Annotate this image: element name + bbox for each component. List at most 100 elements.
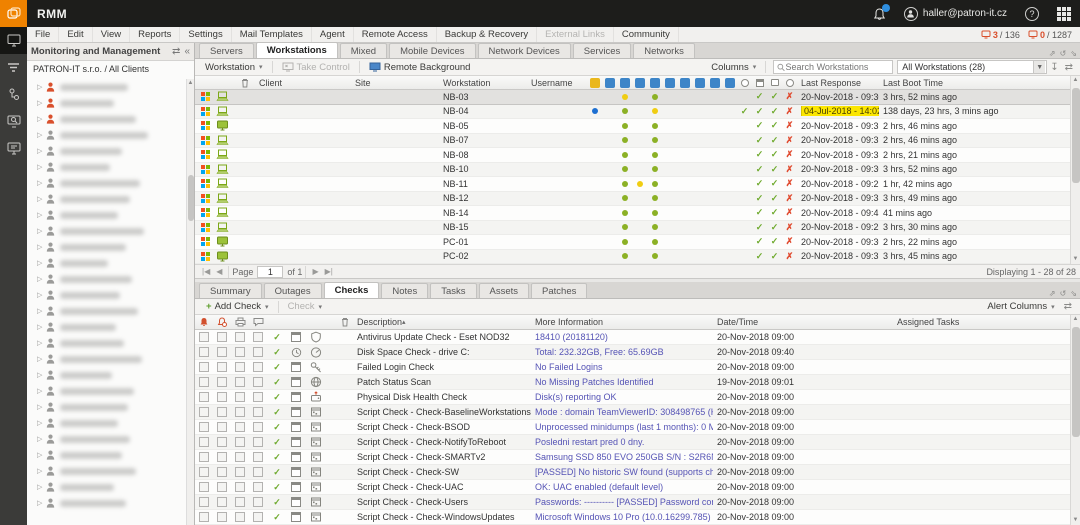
first-page-icon[interactable]: |◀ xyxy=(202,267,210,276)
maximize-details-icon[interactable]: ⇘ xyxy=(1070,289,1077,298)
client-tree-item[interactable]: ▷ xyxy=(27,191,186,207)
prev-page-icon[interactable]: ◀ xyxy=(216,267,222,276)
message-checkbox[interactable] xyxy=(253,437,263,447)
calendar-column-icon[interactable] xyxy=(752,78,767,88)
menu-item[interactable]: Edit xyxy=(59,27,92,42)
client-tree-item[interactable]: ▷ xyxy=(27,303,186,319)
alert-checkbox[interactable] xyxy=(199,407,209,417)
expand-arrow-icon[interactable]: ▷ xyxy=(37,259,46,267)
app-grid-icon[interactable] xyxy=(1057,7,1071,21)
client-tree-item[interactable]: ▷ xyxy=(27,255,186,271)
check-row[interactable]: ✓ Failed Login Check No Failed Logins 20… xyxy=(195,360,1070,375)
workstation-row[interactable]: NB-08 ✓✓✗ 20-Nov-2018 - 09:31 2 hrs, 21 … xyxy=(195,148,1070,163)
client-tree-item[interactable]: ▷ xyxy=(27,175,186,191)
print-checkbox[interactable] xyxy=(235,362,245,372)
workstation-row[interactable]: NB-14 ✓✓✗ 20-Nov-2018 - 09:41 41 mins ag… xyxy=(195,206,1070,221)
menu-item[interactable]: Agent xyxy=(312,27,354,42)
workstation-row[interactable]: NB-12 ✓✓✗ 20-Nov-2018 - 09:33 3 hrs, 49 … xyxy=(195,192,1070,207)
detail-tab-summary[interactable]: Summary xyxy=(199,283,262,298)
menu-item[interactable]: Reports xyxy=(130,27,180,42)
detail-tab-tasks[interactable]: Tasks xyxy=(430,283,476,298)
tab-mixed[interactable]: Mixed xyxy=(340,43,387,58)
client-tree-item[interactable]: ▷ xyxy=(27,79,186,95)
alert-checkbox[interactable] xyxy=(199,467,209,477)
patch-window-column-icon[interactable] xyxy=(632,78,647,88)
col-datetime[interactable]: Date/Time xyxy=(713,317,893,327)
message-checkbox[interactable] xyxy=(253,362,263,372)
workstation-row[interactable]: PC-01 ✓✓✗ 20-Nov-2018 - 09:30 2 hrs, 22 … xyxy=(195,235,1070,250)
client-tree-item[interactable]: ▷ xyxy=(27,143,186,159)
failed-login-column-icon[interactable] xyxy=(617,78,632,88)
message-checkbox[interactable] xyxy=(253,347,263,357)
expand-arrow-icon[interactable]: ▷ xyxy=(37,451,46,459)
check-row[interactable]: ✓ Script Check - Check-NotifyToReboot Po… xyxy=(195,435,1070,450)
delete-check-column-icon[interactable] xyxy=(337,317,353,327)
shield-column-icon[interactable] xyxy=(692,78,707,88)
alert-delay-checkbox[interactable] xyxy=(217,392,227,402)
check-row[interactable]: ✓ Script Check - Check-UAC OK: UAC enabl… xyxy=(195,480,1070,495)
columns-menu-button[interactable]: Columns xyxy=(705,60,762,75)
expand-arrow-icon[interactable]: ▷ xyxy=(37,227,46,235)
message-checkbox[interactable] xyxy=(253,377,263,387)
alert-checkbox[interactable] xyxy=(199,512,209,522)
workstation-row[interactable]: NB-05 ✓✓✗ 20-Nov-2018 - 09:36 2 hrs, 46 … xyxy=(195,119,1070,134)
workstation-scroll-thumb[interactable] xyxy=(1072,88,1080,183)
menu-item[interactable]: File xyxy=(27,27,59,42)
expand-arrow-icon[interactable]: ▷ xyxy=(37,275,46,283)
print-checkbox[interactable] xyxy=(235,437,245,447)
check-row[interactable]: ✓ Disk Space Check - drive C: Total: 232… xyxy=(195,345,1070,360)
refresh-panel-icon[interactable]: ↺ xyxy=(1060,49,1067,58)
check-menu-button[interactable]: Check xyxy=(282,299,328,314)
print-checkbox[interactable] xyxy=(235,332,245,342)
alert-delay-icon[interactable] xyxy=(213,317,231,327)
expand-arrow-icon[interactable]: ▷ xyxy=(37,419,46,427)
alert-checkbox[interactable] xyxy=(199,497,209,507)
notifications-bell-icon[interactable] xyxy=(873,7,886,21)
print-checkbox[interactable] xyxy=(235,407,245,417)
app-logo-icon[interactable] xyxy=(0,0,27,27)
expand-arrow-icon[interactable]: ▷ xyxy=(37,467,46,475)
message-checkbox[interactable] xyxy=(253,452,263,462)
shield-small-column-icon[interactable] xyxy=(677,78,692,88)
workstation-filter-select[interactable]: All Workstations (28) ▼ xyxy=(897,60,1047,74)
alert-delay-checkbox[interactable] xyxy=(217,332,227,342)
detail-tab-patches[interactable]: Patches xyxy=(531,283,587,298)
monitor-column-icon[interactable] xyxy=(767,78,782,88)
check-more-information[interactable]: Disk(s) reporting OK xyxy=(531,392,713,402)
maximize-panel-icon[interactable]: ⇘ xyxy=(1070,49,1077,58)
detail-tab-checks[interactable]: Checks xyxy=(324,282,380,298)
alert-delay-checkbox[interactable] xyxy=(217,437,227,447)
search-devices-icon[interactable] xyxy=(0,108,27,135)
message-icon[interactable] xyxy=(249,317,267,327)
web-globe-column-icon[interactable] xyxy=(662,78,677,88)
message-checkbox[interactable] xyxy=(253,407,263,417)
print-checkbox[interactable] xyxy=(235,392,245,402)
remote-support-icon[interactable] xyxy=(0,135,27,162)
message-checkbox[interactable] xyxy=(253,422,263,432)
refresh-checks-icon[interactable]: ⇄ xyxy=(1064,301,1072,312)
client-tree-item[interactable]: ▷ xyxy=(27,207,186,223)
checks-scrollbar[interactable]: ▲ ▼ xyxy=(1070,315,1080,525)
client-tree-item[interactable]: ▷ xyxy=(27,367,186,383)
menu-item[interactable]: Remote Access xyxy=(354,27,437,42)
expand-arrow-icon[interactable]: ▷ xyxy=(37,195,46,203)
expand-arrow-icon[interactable]: ▷ xyxy=(37,243,46,251)
print-checkbox[interactable] xyxy=(235,377,245,387)
menu-item[interactable]: Community xyxy=(614,27,679,42)
col-last-boot[interactable]: Last Boot Time xyxy=(879,78,1070,88)
last-page-icon[interactable]: ▶| xyxy=(325,267,333,276)
check-row[interactable]: ✓ Script Check - Check-BaselineWorkstati… xyxy=(195,405,1070,420)
print-checkbox[interactable] xyxy=(235,497,245,507)
filter-icon[interactable] xyxy=(0,54,27,81)
tab-workstations[interactable]: Workstations xyxy=(256,42,338,58)
expand-arrow-icon[interactable]: ▷ xyxy=(37,483,46,491)
dashboard-icon[interactable] xyxy=(0,27,27,54)
check-more-information[interactable]: Posledni restart pred 0 dny. xyxy=(531,437,713,447)
remote-screen-column-icon[interactable] xyxy=(647,78,662,88)
client-tree-item[interactable]: ▷ xyxy=(27,287,186,303)
message-checkbox[interactable] xyxy=(253,332,263,342)
col-workstation[interactable]: Workstation xyxy=(439,78,527,88)
alert-delay-checkbox[interactable] xyxy=(217,497,227,507)
take-control-button[interactable]: Take Control xyxy=(276,60,356,75)
expand-arrow-icon[interactable]: ▷ xyxy=(37,147,46,155)
